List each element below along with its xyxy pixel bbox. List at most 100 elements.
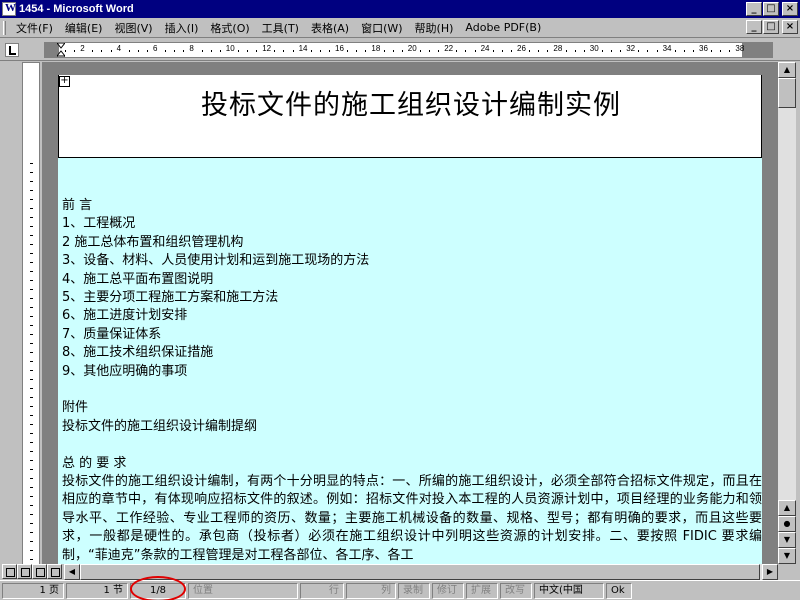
status-language[interactable]: 中文(中国 bbox=[534, 582, 604, 599]
ruler-tick bbox=[30, 190, 33, 191]
ruler-tick bbox=[456, 50, 458, 52]
horizontal-ruler[interactable]: 2 4 6 8 10 12 14 16 18 20 22 24 26 28 30 32 34 36 38 bbox=[44, 42, 773, 58]
ruler-tick bbox=[401, 50, 403, 52]
ruler-tick bbox=[611, 50, 612, 52]
document-page[interactable]: 投标文件的施工组织设计编制实例 + 前 言 1、工程概况 2 施工总体布置和组织… bbox=[58, 75, 762, 564]
ruler-bar: 2 4 6 8 10 12 14 16 18 20 22 24 26 28 30 32 34 36 38 bbox=[0, 39, 800, 61]
ruler-tick bbox=[692, 50, 694, 52]
ruler-tick bbox=[30, 262, 33, 263]
horizontal-scroll-thumb[interactable] bbox=[80, 564, 760, 580]
menu-table[interactable]: 表格(A) bbox=[305, 20, 355, 36]
toc-heading: 前 言 bbox=[62, 198, 93, 213]
toolbar-grip[interactable] bbox=[3, 20, 6, 35]
ruler-tick bbox=[601, 50, 603, 52]
ruler-tick bbox=[647, 50, 649, 52]
normal-view-icon[interactable] bbox=[2, 564, 17, 579]
ruler-tick bbox=[365, 50, 367, 52]
document-area[interactable]: 投标文件的施工组织设计编制实例 + 前 言 1、工程概况 2 施工总体布置和组织… bbox=[42, 62, 778, 564]
scroll-down-arrow-icon[interactable]: ▼ bbox=[778, 532, 796, 548]
table-move-handle-icon[interactable]: + bbox=[59, 76, 70, 87]
ruler-tick bbox=[328, 50, 330, 52]
indent-marker-icon[interactable] bbox=[57, 43, 65, 58]
minimize-button[interactable]: _ bbox=[746, 2, 762, 16]
ruler-tick bbox=[638, 50, 640, 52]
ruler-tick bbox=[101, 50, 103, 52]
ruler-tick bbox=[110, 50, 112, 52]
close-button[interactable]: × bbox=[782, 2, 798, 16]
document-title: 投标文件的施工组织设计编制实例 bbox=[201, 90, 621, 121]
ruler-tick bbox=[30, 316, 33, 317]
word-app-icon[interactable] bbox=[2, 2, 16, 16]
ruler-tick bbox=[92, 50, 94, 52]
scroll-up-arrow-icon[interactable]: ▲ bbox=[778, 500, 796, 516]
ruler-tick bbox=[30, 199, 33, 200]
ruler-tick bbox=[30, 424, 33, 425]
ruler-tick bbox=[128, 50, 130, 52]
ruler-tick bbox=[465, 50, 467, 52]
ruler-tick bbox=[201, 50, 203, 52]
tab-selector-icon[interactable] bbox=[5, 43, 19, 57]
menu-tools[interactable]: 工具(T) bbox=[256, 20, 305, 36]
menu-view[interactable]: 视图(V) bbox=[108, 20, 158, 36]
ruler-tick bbox=[247, 50, 248, 52]
ruler-tick bbox=[30, 496, 33, 497]
ruler-tick bbox=[30, 514, 33, 515]
ruler-tick bbox=[210, 50, 212, 52]
scroll-left-icon[interactable]: ◀ bbox=[64, 564, 80, 580]
status-rec[interactable]: 录制 bbox=[398, 582, 430, 599]
status-ext[interactable]: 扩展 bbox=[466, 582, 498, 599]
toc-item: 5、主要分项工程施工方案和施工方法 bbox=[62, 290, 279, 306]
ruler-tick bbox=[30, 244, 33, 245]
vertical-ruler[interactable] bbox=[22, 62, 40, 577]
maximize-button[interactable]: □ bbox=[763, 2, 779, 16]
ruler-tick bbox=[30, 172, 33, 173]
menu-format[interactable]: 格式(O) bbox=[204, 20, 255, 36]
ruler-tick bbox=[165, 50, 167, 52]
menu-help[interactable]: 帮助(H) bbox=[409, 20, 460, 36]
title-bar: 1454 - Microsoft Word _ □ × bbox=[0, 0, 800, 18]
menu-adobe-pdf[interactable]: Adobe PDF(B) bbox=[459, 21, 547, 34]
ruler-tick bbox=[146, 50, 148, 52]
ruler-tick bbox=[474, 50, 476, 52]
print-view-icon[interactable] bbox=[32, 564, 47, 579]
ruler-tick bbox=[30, 379, 33, 380]
scroll-up-icon[interactable]: ▲ bbox=[778, 62, 796, 78]
status-bar: 1 页 1 节 1/8 位置 行 列 录制 修订 扩展 改写 中文(中国 Ok bbox=[0, 580, 800, 600]
vertical-scrollbar[interactable]: ▲ ▲ ● ▼ ▼ bbox=[778, 62, 796, 564]
outline-view-icon[interactable] bbox=[47, 564, 62, 579]
ruler-tick bbox=[30, 451, 33, 452]
status-trk[interactable]: 修订 bbox=[432, 582, 464, 599]
select-browse-object-icon[interactable]: ● bbox=[778, 516, 796, 532]
doc-restore-button[interactable]: □ bbox=[763, 20, 779, 34]
ruler-tick bbox=[283, 50, 285, 52]
menu-window[interactable]: 窗口(W) bbox=[355, 20, 408, 36]
doc-close-button[interactable]: × bbox=[782, 20, 798, 34]
ruler-tick bbox=[30, 289, 33, 290]
ruler-number: 2 bbox=[80, 44, 85, 53]
scroll-right-icon[interactable]: ▶ bbox=[762, 564, 778, 580]
title-table-cell[interactable]: 投标文件的施工组织设计编制实例 bbox=[58, 75, 762, 158]
vertical-scroll-thumb[interactable] bbox=[778, 78, 796, 108]
scroll-down-icon[interactable]: ▼ bbox=[778, 548, 796, 564]
document-body[interactable]: 前 言 1、工程概况 2 施工总体布置和组织管理机构 3、设备、材料、人员使用计… bbox=[62, 197, 762, 564]
web-view-icon[interactable] bbox=[17, 564, 32, 579]
toc-item: 3、设备、材料、人员使用计划和运到施工现场的方法 bbox=[62, 253, 370, 269]
toc-item: 4、施工总平面布置图说明 bbox=[62, 271, 214, 287]
status-ovr[interactable]: 改写 bbox=[500, 582, 532, 599]
ruler-tick bbox=[30, 271, 33, 272]
menu-edit[interactable]: 编辑(E) bbox=[59, 20, 109, 36]
ruler-tick bbox=[547, 50, 549, 52]
spelling-status-icon[interactable]: Ok bbox=[606, 582, 632, 599]
ruler-tick bbox=[620, 50, 622, 52]
ruler-tick bbox=[492, 50, 494, 52]
menu-file[interactable]: 文件(F) bbox=[10, 20, 59, 36]
ruler-tick bbox=[574, 50, 576, 52]
toc-item: 8、施工技术组织保证措施 bbox=[62, 345, 214, 361]
ruler-tick bbox=[656, 50, 658, 52]
left-bar bbox=[0, 62, 42, 577]
ruler-tick bbox=[65, 50, 66, 52]
horizontal-scroll-row: ◀ ▶ bbox=[0, 564, 796, 580]
menu-insert[interactable]: 插入(I) bbox=[159, 20, 205, 36]
doc-minimize-button[interactable]: _ bbox=[746, 20, 762, 34]
